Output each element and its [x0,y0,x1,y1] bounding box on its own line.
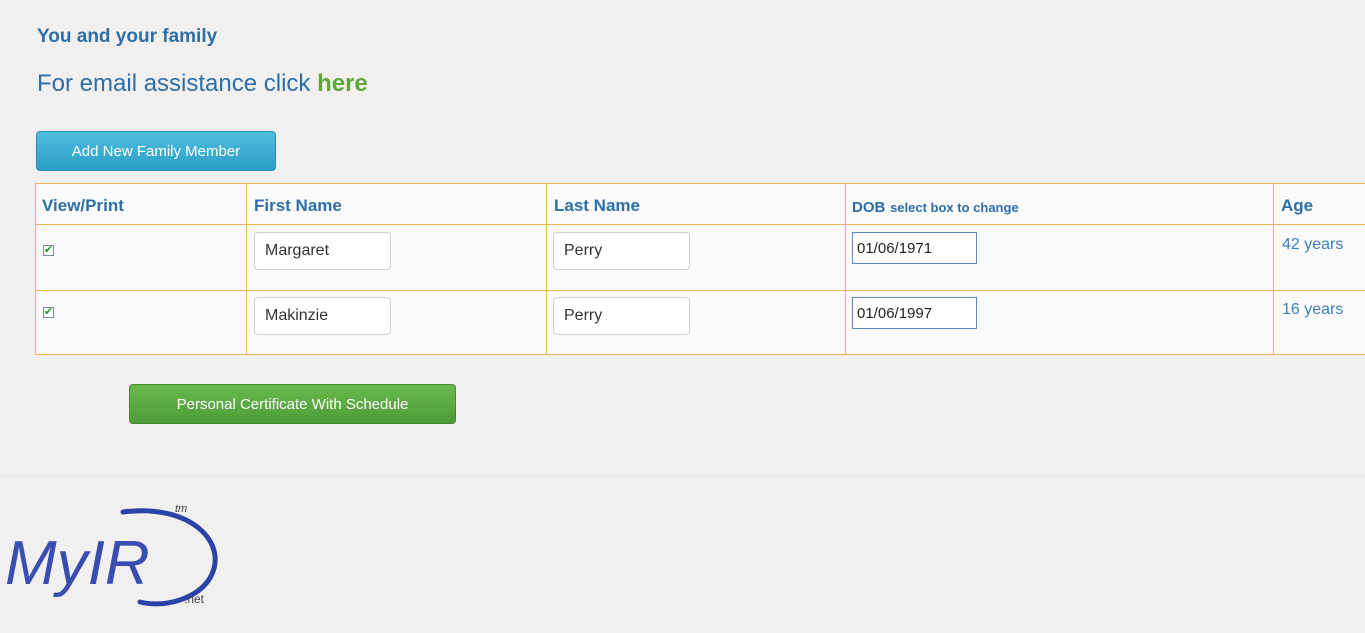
column-header-view-print: View/Print [42,196,124,215]
personal-certificate-button[interactable]: Personal Certificate With Schedule [129,384,456,424]
age-link[interactable]: 16 years [1282,301,1343,319]
first-name-input[interactable]: Makinzie [254,297,391,335]
first-name-input[interactable]: Margaret [254,232,391,270]
myir-logo: MyIR tm .net [5,503,218,607]
logo-wordmark: MyIR [5,529,150,598]
dob-input[interactable]: 01/06/1971 [852,232,977,264]
email-assistance-text: For email assistance click here [37,70,368,98]
footer-divider [0,476,1365,477]
add-family-member-button[interactable]: Add New Family Member [36,131,276,171]
row-divider [36,290,1365,291]
column-header-age: Age [1281,196,1314,215]
dob-hint: select box to change [890,200,1019,215]
page-title: You and your family [37,26,218,47]
column-divider [1273,184,1274,354]
logo-trademark: tm [175,503,187,515]
column-divider [845,184,846,354]
column-header-dob: DOB select box to change [852,197,1019,217]
last-name-input[interactable]: Perry [553,232,690,270]
column-divider [246,184,247,354]
checkmark-icon: ✔ [43,306,54,318]
dob-label: DOB [852,199,886,216]
family-table: View/Print First Name Last Name DOB sele… [35,183,1365,355]
age-link[interactable]: 42 years [1282,236,1343,254]
column-header-first-name: First Name [254,196,342,215]
column-divider [546,184,547,354]
column-header-last-name: Last Name [554,196,640,215]
email-assistance-link[interactable]: here [317,70,368,97]
dob-input[interactable]: 01/06/1997 [852,297,977,329]
view-print-checkbox[interactable]: ✔ [43,245,54,256]
view-print-checkbox[interactable]: ✔ [43,307,54,318]
email-assistance-prefix: For email assistance click [37,70,318,97]
last-name-input[interactable]: Perry [553,297,690,335]
row-divider [36,224,1365,225]
checkmark-icon: ✔ [43,244,54,256]
logo-suffix: .net [184,592,205,606]
